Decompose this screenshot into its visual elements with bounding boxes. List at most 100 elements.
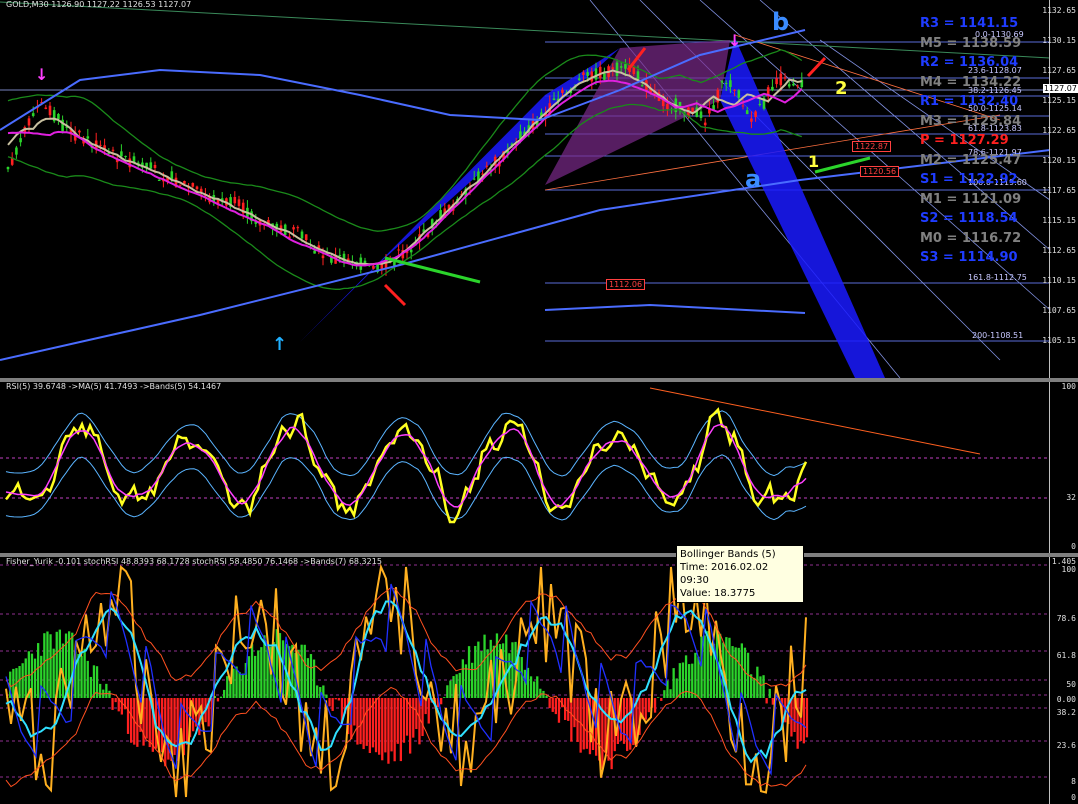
fisher-histogram-bar xyxy=(309,654,313,698)
fisher-histogram-bar xyxy=(533,681,536,698)
fisher-histogram-bar xyxy=(185,698,189,745)
pivot-level-label: S1 = 1122.92 xyxy=(920,172,1018,187)
candle-body xyxy=(195,186,199,190)
fisher-histogram-bar xyxy=(697,656,700,698)
candle-body xyxy=(27,118,31,126)
symbol-header: GOLD,M30 1126.90 1127.22 1126.53 1127.07 xyxy=(6,0,192,9)
fisher-histogram-bar xyxy=(303,644,306,698)
fisher-histogram-bar xyxy=(260,647,263,698)
signal-arrow xyxy=(806,56,827,78)
fisher-histogram-bar xyxy=(362,698,365,750)
fisher-histogram-bar xyxy=(21,663,24,698)
fisher-header: Fisher_Yurik -0.101 stochRSI 48.8393 68.… xyxy=(6,557,382,566)
rsi-axis[interactable]: 100 32 0 xyxy=(1049,382,1078,553)
candle-body xyxy=(745,110,749,115)
fisher-histogram-bar xyxy=(334,698,337,700)
fisher-histogram-bar xyxy=(396,698,399,744)
rsi-tick: 32 xyxy=(1066,493,1076,502)
candle-body xyxy=(582,72,585,75)
price-tick: 1125.15 xyxy=(1042,96,1076,105)
price-tick: 1120.15 xyxy=(1042,156,1076,165)
fisher-histogram-bar xyxy=(393,698,396,762)
fisher-histogram-bar xyxy=(257,650,260,698)
fisher-histogram-bar xyxy=(331,698,334,711)
fisher-histogram-bar xyxy=(771,698,774,705)
fisher-histogram-bar xyxy=(427,698,430,724)
fisher-histogram-bar xyxy=(446,685,449,698)
fisher-histogram-bar xyxy=(688,664,691,698)
fisher-histogram-bar xyxy=(768,688,771,698)
candle-body xyxy=(733,89,736,91)
candle-body xyxy=(729,80,732,88)
fisher-histogram-bar xyxy=(402,698,406,743)
candle-body xyxy=(771,86,774,91)
price-axis[interactable]: 1132.65 1130.15 1127.65 1125.15 1122.65 1120.… xyxy=(1042,0,1078,378)
fisher-histogram-bar xyxy=(412,698,415,738)
fisher-histogram-bar xyxy=(86,660,89,698)
tooltip-value: Value: 18.3775 xyxy=(680,588,756,599)
price-box-1: 1122.87 xyxy=(852,141,892,152)
pivot-level-label: M4 = 1134.22 xyxy=(920,74,1022,90)
fisher-histogram-bar xyxy=(223,689,226,698)
fisher-histogram-bar xyxy=(737,647,740,698)
fisher-histogram-bar xyxy=(353,698,356,726)
candle-body xyxy=(321,255,325,259)
fisher-indicator-pane[interactable]: Fisher_Yurik -0.101 stochRSI 48.8393 68.… xyxy=(0,557,1078,804)
pivot-level-label: R3 = 1141.15 xyxy=(920,16,1019,31)
fisher-histogram-bar xyxy=(647,698,650,713)
price-box-2: 1120.56 xyxy=(860,166,900,177)
candle-body xyxy=(304,234,308,240)
fisher-histogram-bar xyxy=(467,646,471,698)
trend-line xyxy=(0,1,1051,59)
candle-body xyxy=(178,184,182,186)
candle-body xyxy=(472,178,476,180)
price-chart-canvas: ↑ ↓ ↓ xyxy=(0,0,1051,378)
candle-body xyxy=(120,151,123,157)
fisher-histogram-bar xyxy=(557,698,561,723)
fisher-histogram-bar xyxy=(89,676,92,698)
fisher-histogram-bar xyxy=(399,698,402,762)
candle-body xyxy=(292,227,295,230)
fisher-histogram-bar xyxy=(145,698,148,739)
wave-label-b: b xyxy=(772,8,790,36)
fisher-tick: 38.2 xyxy=(1056,708,1076,717)
rsi-indicator-pane[interactable]: RSI(5) 39.6748 ->MA(5) 41.7493 ->Bands(5… xyxy=(0,382,1078,553)
candle-body xyxy=(44,107,48,110)
candle-body xyxy=(338,255,342,257)
fisher-histogram-bar xyxy=(24,658,27,698)
fisher-histogram-bar xyxy=(802,698,805,744)
fisher-histogram-bar xyxy=(359,698,362,745)
candle-body xyxy=(666,103,669,110)
candle-body xyxy=(594,68,598,80)
fib-level-label: 161.8-1112.75 xyxy=(968,273,1027,282)
fisher-histogram-bar xyxy=(111,698,114,710)
fisher-histogram-bar xyxy=(644,698,647,720)
fisher-axis[interactable]: 1.405 100 78.6 61.8 50 0.00 38.2 23.6 8 0 xyxy=(1049,557,1078,804)
candle-body xyxy=(703,122,707,126)
price-tick: 1105.15 xyxy=(1042,336,1076,345)
fisher-histogram-bar xyxy=(759,676,762,698)
fisher-histogram-bar xyxy=(33,658,37,698)
signal-arrow xyxy=(384,256,481,284)
fisher-histogram-bar xyxy=(241,673,244,698)
fisher-histogram-bar xyxy=(585,698,588,749)
fisher-histogram-bar xyxy=(46,631,49,698)
fisher-histogram-bar xyxy=(740,643,743,698)
fisher-histogram-bar xyxy=(229,682,232,698)
fisher-histogram-bar xyxy=(235,666,238,698)
price-chart-pane[interactable]: ↑ ↓ ↓ GOLD,M30 1126.90 1127.22 1126.53 112… xyxy=(0,0,1078,378)
fisher-histogram-bar xyxy=(508,653,511,698)
candle-body xyxy=(775,78,778,85)
fisher-histogram-bar xyxy=(105,683,108,698)
candle-body xyxy=(19,138,22,143)
fisher-histogram-bar xyxy=(734,647,737,698)
fisher-histogram-bar xyxy=(694,652,697,698)
fisher-histogram-bar xyxy=(356,698,359,745)
down-arrow-icon: ↓ xyxy=(728,31,741,50)
fisher-histogram-bar xyxy=(663,690,666,698)
candle-body xyxy=(6,166,10,170)
rsi-canvas xyxy=(0,387,1050,524)
candle-body xyxy=(409,249,413,253)
fisher-tick: 61.8 xyxy=(1056,651,1076,660)
fisher-histogram-bar xyxy=(130,698,133,743)
